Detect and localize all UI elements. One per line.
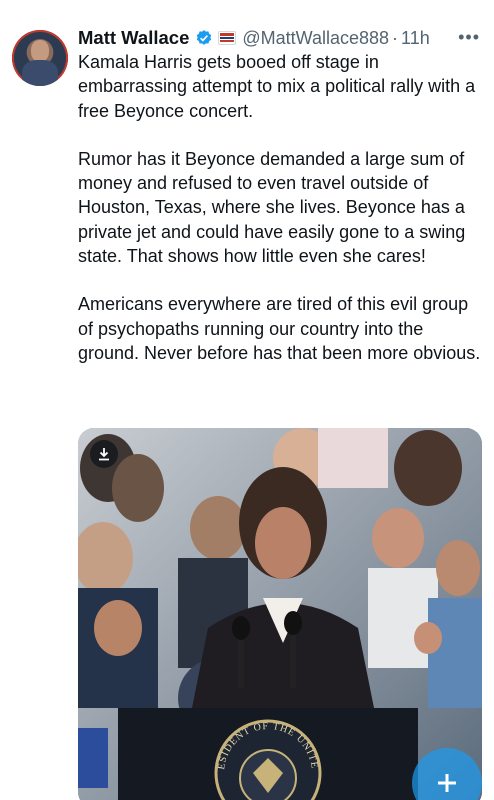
avatar-face	[31, 40, 49, 62]
avatar-body	[22, 60, 58, 86]
presidential-seal: RESIDENT OF THE UNITED	[78, 428, 320, 770]
tweet-paragraph: Rumor has it Beyonce demanded a large su…	[78, 148, 466, 267]
tweet-media-video[interactable]: RESIDENT OF THE UNITED	[78, 428, 482, 800]
download-icon[interactable]	[90, 440, 118, 468]
seal-text: RESIDENT OF THE UNITED	[78, 428, 320, 770]
tweet-paragraph: Kamala Harris gets booed off stage in em…	[78, 52, 476, 121]
more-horizontal-icon[interactable]: •••	[458, 27, 480, 48]
tweet-header: Matt Wallace @MattWallace888 · 11h	[78, 27, 484, 49]
tweet[interactable]: Matt Wallace @MattWallace888 · 11h ••• K…	[0, 0, 494, 800]
affiliation-logo-icon	[220, 33, 235, 42]
tweet-paragraph: Americans everywhere are tired of this e…	[78, 294, 481, 363]
tweet-time[interactable]: 11h	[401, 28, 430, 49]
author-name[interactable]: Matt Wallace	[78, 27, 189, 49]
author-handle[interactable]: @MattWallace888	[242, 28, 389, 49]
plus-icon	[438, 774, 456, 792]
avatar[interactable]	[12, 30, 68, 86]
verified-badge-icon	[197, 30, 212, 45]
tweet-text: Kamala Harris gets booed off stage in em…	[78, 50, 488, 389]
download-arrow-icon	[99, 448, 109, 461]
affiliation-badge-icon[interactable]	[218, 31, 237, 45]
separator-dot: ·	[392, 27, 399, 48]
